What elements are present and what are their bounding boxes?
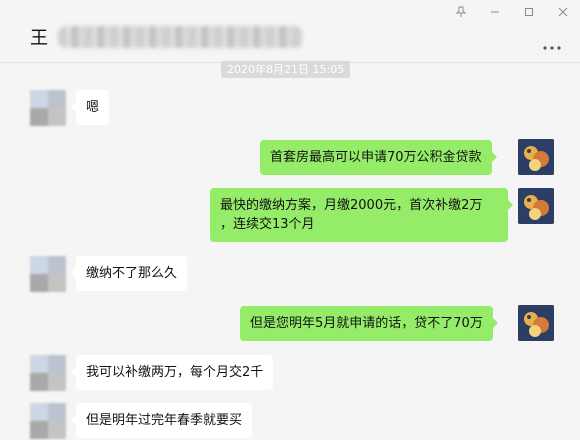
message-text: 我可以补缴两万，每个月交2千 — [86, 365, 264, 380]
contact-avatar[interactable] — [30, 355, 66, 391]
message-text-line: 最快的缴纳方案，月缴2000元，首次补缴2万 — [220, 198, 483, 213]
contact-avatar[interactable] — [30, 90, 66, 126]
more-icon[interactable] — [542, 38, 562, 50]
blurred-name — [58, 26, 303, 48]
contact-avatar[interactable] — [30, 256, 66, 292]
my-avatar[interactable] — [518, 305, 554, 341]
message-text: 缴纳不了那么久 — [86, 266, 178, 281]
message-bubble-outgoing: 但是您明年5月就申请的话，贷不了70万 — [240, 306, 498, 341]
maximize-icon[interactable] — [512, 0, 546, 24]
chat-header: 王 — [0, 0, 580, 63]
minimize-icon[interactable] — [478, 0, 512, 24]
pin-icon[interactable] — [444, 0, 478, 24]
message-text: 嗯 — [86, 100, 100, 115]
close-icon[interactable] — [546, 0, 580, 24]
message-bubble-incoming: 我可以补缴两万，每个月交2千 — [70, 355, 274, 390]
window-controls — [444, 0, 580, 24]
message-text: 但是您明年5月就申请的话，贷不了70万 — [250, 316, 483, 331]
message-bubble-outgoing: 首套房最高可以申请70万公积金贷款 — [260, 140, 497, 175]
my-avatar[interactable] — [518, 139, 554, 175]
message-bubble-incoming: 但是明年过完年春季就要买 — [70, 403, 253, 438]
message-bubble-incoming: 缴纳不了那么久 — [70, 256, 188, 291]
message-text: 首套房最高可以申请70万公积金贷款 — [270, 150, 482, 165]
contact-avatar[interactable] — [30, 403, 66, 439]
message-text-line: ，连续交13个月 — [220, 217, 315, 232]
my-avatar[interactable] — [518, 188, 554, 224]
message-text: 但是明年过完年春季就要买 — [86, 413, 243, 428]
chat-title: 王 — [30, 28, 48, 49]
message-timestamp: 2020年8月21日 15:05 — [221, 61, 351, 78]
message-bubble-outgoing: 最快的缴纳方案，月缴2000元，首次补缴2万 ，连续交13个月 — [210, 188, 513, 242]
message-bubble-incoming: 嗯 — [70, 90, 110, 125]
